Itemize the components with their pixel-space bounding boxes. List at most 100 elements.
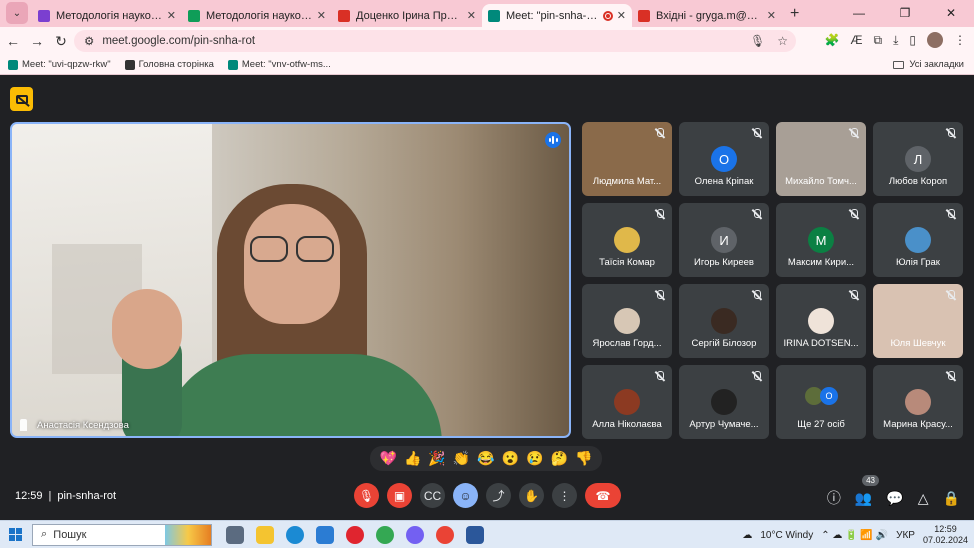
tab-search-button[interactable]: ⌄ xyxy=(6,2,28,24)
participant-tile[interactable]: Михайло Томч... xyxy=(776,122,866,196)
browser-tab[interactable]: Методологія наукових досліджень ✕ xyxy=(182,4,332,27)
participant-name: Ярослав Горд... xyxy=(592,338,662,349)
start-button[interactable] xyxy=(0,528,30,541)
main-speaker-tile[interactable]: Анастасія Ксендзова xyxy=(10,122,571,438)
participant-tile[interactable]: Таїсія Комар xyxy=(582,203,672,277)
reaction-emoji[interactable]: 🎉 xyxy=(428,450,445,467)
browser-tab[interactable]: Доценко Ірина Презентація ✕ xyxy=(332,4,482,27)
participant-tile[interactable]: И Игорь Киреев xyxy=(679,203,769,277)
people-icon[interactable]: 👥 xyxy=(855,490,872,507)
word-icon[interactable] xyxy=(466,525,484,544)
participant-tile[interactable]: М Максим Кири... xyxy=(776,203,866,277)
close-icon[interactable]: ✕ xyxy=(767,9,776,22)
minimize-button[interactable]: — xyxy=(836,0,882,27)
browser-tab[interactable]: Методологія наукових досліджень ✕ xyxy=(32,4,182,27)
reaction-emoji[interactable]: 👍 xyxy=(404,450,421,467)
participant-tile[interactable]: О Олена Кріпак xyxy=(679,122,769,196)
edge-icon[interactable] xyxy=(286,525,304,544)
close-icon[interactable]: ✕ xyxy=(617,9,626,22)
file-explorer-icon[interactable] xyxy=(256,525,274,544)
close-window-button[interactable]: ✕ xyxy=(928,0,974,27)
chrome-icon[interactable] xyxy=(376,525,394,544)
mic-off-button[interactable]: 🎙 xyxy=(354,483,379,508)
camera-off-indicator[interactable] xyxy=(10,87,33,111)
profile-avatar[interactable] xyxy=(927,32,943,48)
participant-name: Артур Чумаче... xyxy=(689,419,759,430)
taskbar-search[interactable]: ⌕ Пошук xyxy=(32,523,212,546)
bookmark-item[interactable]: Головна сторінка xyxy=(124,59,214,70)
host-controls-icon[interactable]: 🔒 xyxy=(943,490,960,507)
address-bar[interactable]: ⚙ meet.google.com/pin-snha-rot 🎙 ☆ xyxy=(74,30,796,52)
folder-icon xyxy=(893,60,905,69)
reaction-emoji[interactable]: 🤔 xyxy=(551,450,568,467)
participant-name: Михайло Томч... xyxy=(785,176,857,187)
translate-icon[interactable]: Ӕ xyxy=(851,33,863,47)
raise-hand-button[interactable]: ✋ xyxy=(519,483,544,508)
task-view-icon[interactable] xyxy=(226,525,244,544)
search-icon: ⌕ xyxy=(41,528,54,540)
bookmark-item[interactable]: Meet: "uvi-qpzw-rkw" xyxy=(8,59,111,70)
leave-call-button[interactable]: ☎ xyxy=(585,483,621,508)
present-button[interactable]: ⤴ xyxy=(486,483,511,508)
participant-name: Юля Шевчук xyxy=(890,338,946,349)
participant-tile[interactable]: Людмила Мат... xyxy=(582,122,672,196)
meeting-info: 12:59 | pin-snha-rot xyxy=(15,490,117,502)
puzzle-icon[interactable]: ⧉ xyxy=(874,33,883,48)
camera-off-button[interactable]: ▣ xyxy=(387,483,412,508)
participant-tile[interactable]: Сергій Білозор xyxy=(679,284,769,358)
captions-button[interactable]: CC xyxy=(420,483,445,508)
reload-icon[interactable]: ↻ xyxy=(50,33,72,50)
forward-icon[interactable]: → xyxy=(26,33,48,49)
windows-taskbar: ⌕ Пошук ☁ 10°C Windy ⌃ ☁ 🔋 📶 🔊 УКР 12:59… xyxy=(0,520,974,548)
back-icon[interactable]: ← xyxy=(2,33,24,49)
participant-tile[interactable]: Юлія Грак xyxy=(873,203,963,277)
all-bookmarks[interactable]: Усі закладки xyxy=(893,59,964,70)
avatar xyxy=(711,308,737,334)
download-icon[interactable]: ⤓ xyxy=(893,33,898,48)
reaction-emoji[interactable]: 💖 xyxy=(380,450,397,467)
menu-icon[interactable]: ⋮ xyxy=(954,33,966,47)
reaction-emoji[interactable]: 👏 xyxy=(453,450,470,467)
participant-tile[interactable]: Артур Чумаче... xyxy=(679,365,769,439)
chrome-icon[interactable] xyxy=(436,525,454,544)
reaction-emoji[interactable]: 😮 xyxy=(502,450,519,467)
reactions-button[interactable]: ☺ xyxy=(453,483,478,508)
reaction-emoji[interactable]: 😂 xyxy=(477,450,494,467)
tray-icons[interactable]: ⌃ ☁ 🔋 📶 🔊 xyxy=(821,530,888,541)
activities-icon[interactable]: △ xyxy=(918,490,929,507)
participant-tile[interactable]: IRINA DOTSEN... xyxy=(776,284,866,358)
reaction-emoji[interactable]: 👎 xyxy=(575,450,592,467)
chevron-down-icon: ⌄ xyxy=(12,7,22,19)
mic-off-icon xyxy=(848,290,859,301)
close-icon[interactable]: ✕ xyxy=(167,9,176,22)
reaction-emoji[interactable]: 😢 xyxy=(526,450,543,467)
speaking-indicator-icon xyxy=(545,132,561,148)
maximize-button[interactable]: ❐ xyxy=(882,0,928,27)
participant-tile[interactable]: Ярослав Горд... xyxy=(582,284,672,358)
opera-icon[interactable] xyxy=(346,525,364,544)
star-icon[interactable]: ☆ xyxy=(777,34,788,48)
participant-tile[interactable]: Юля Шевчук xyxy=(873,284,963,358)
participant-tile[interactable]: O Ще 27 осіб xyxy=(776,365,866,439)
participant-tile[interactable]: Л Любов Короп xyxy=(873,122,963,196)
microphone-icon[interactable]: 🎙 xyxy=(750,34,765,48)
bookmark-item[interactable]: Meet: "vnv-otfw-ms... xyxy=(227,59,331,70)
participant-tile[interactable]: Марина Красу... xyxy=(873,365,963,439)
taskbar-clock[interactable]: 12:59 07.02.2024 xyxy=(923,524,968,546)
weather-icon[interactable]: ☁ xyxy=(742,530,752,541)
sidepanel-icon[interactable]: ▯ xyxy=(909,33,916,47)
toolbar: ← → ↻ ⚙ meet.google.com/pin-snha-rot 🎙 ☆… xyxy=(0,27,974,55)
info-icon[interactable]: ⓘ xyxy=(827,488,841,508)
browser-tab-active[interactable]: Meet: "pin-snha-rot" ✕ xyxy=(482,4,632,27)
chat-icon[interactable]: 💬 xyxy=(886,490,903,507)
mail-icon[interactable] xyxy=(316,525,334,544)
new-tab-button[interactable]: + xyxy=(790,5,799,23)
browser-tab[interactable]: Вхідні - gryga.m@academia.vn ✕ xyxy=(632,4,782,27)
close-icon[interactable]: ✕ xyxy=(467,9,476,22)
viber-icon[interactable] xyxy=(406,525,424,544)
close-icon[interactable]: ✕ xyxy=(317,9,326,22)
participant-tile[interactable]: Алла Ніколаєва xyxy=(582,365,672,439)
extension-icon[interactable]: 🧩 xyxy=(825,33,840,47)
more-options-button[interactable]: ⋮ xyxy=(552,483,577,508)
site-info-icon[interactable]: ⚙ xyxy=(84,34,94,48)
